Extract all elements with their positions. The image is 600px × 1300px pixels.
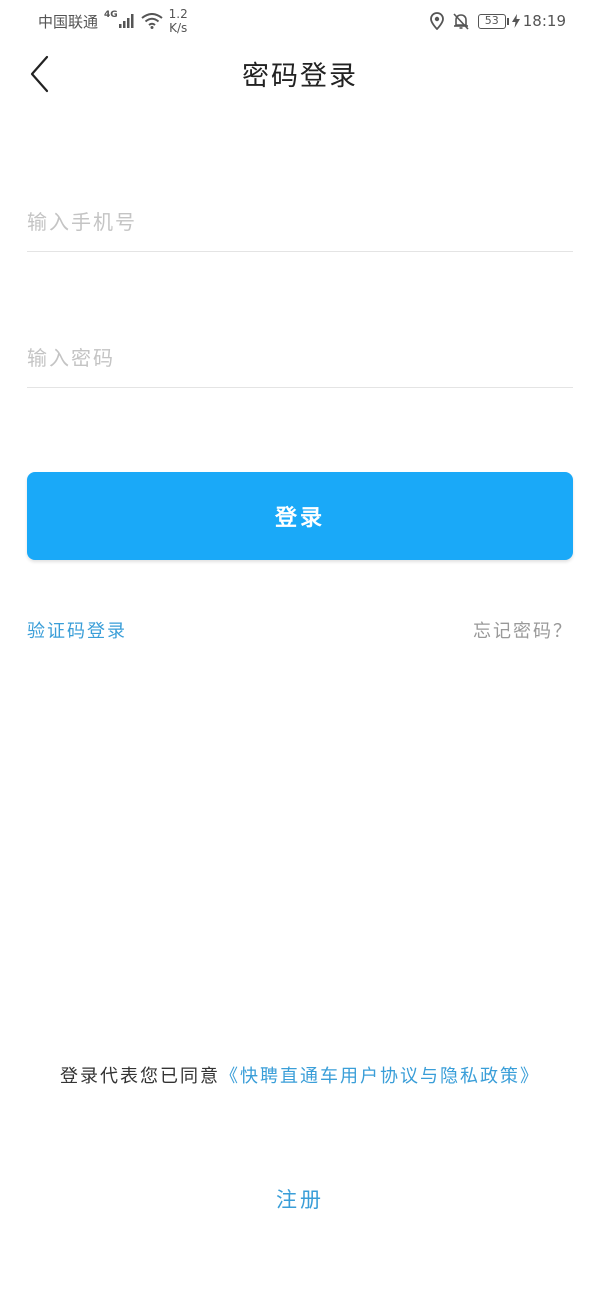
battery-tip (506, 17, 509, 25)
agreement-text: 登录代表您已同意《快聘直通车用户协议与隐私政策》 (0, 1062, 600, 1088)
speed-unit: K/s (169, 21, 188, 35)
charging-icon (511, 14, 520, 28)
status-bar-right: 53 18:19 (422, 12, 566, 30)
status-bar: 中国联通 4G 1.2 K/s 53 18:19 (0, 0, 600, 42)
phone-field (27, 192, 573, 252)
phone-input[interactable] (27, 209, 573, 234)
clock: 18:19 (522, 12, 566, 30)
back-button[interactable] (22, 52, 56, 96)
user-agreement-link[interactable]: 《快聘直通车用户协议与隐私政策》 (220, 1066, 540, 1087)
page-title: 密码登录 (242, 60, 358, 92)
signal-icon (118, 14, 134, 28)
notifications-muted-icon (453, 13, 469, 30)
wifi-icon (141, 13, 163, 29)
login-options-row: 验证码登录 忘记密码？ (27, 615, 573, 645)
location-icon (429, 12, 444, 30)
login-button[interactable]: 登录 (27, 472, 573, 560)
password-field (27, 328, 573, 388)
network-speed: 1.2 K/s (169, 7, 188, 35)
register-link[interactable]: 注册 (0, 1184, 600, 1214)
carrier-name: 中国联通 (38, 12, 99, 31)
login-page: 中国联通 4G 1.2 K/s 53 18:19 密码登录 输入手机号 登录 验… (0, 0, 600, 1300)
nav-bar: 密码登录 (0, 42, 600, 104)
status-bar-left: 中国联通 4G 1.2 K/s (38, 7, 194, 35)
network-type: 4G (104, 10, 118, 20)
sms-code-login-link[interactable]: 验证码登录 (27, 617, 127, 643)
forgot-password-link[interactable]: 忘记密码？ (473, 617, 573, 643)
battery-level: 53 (477, 13, 506, 29)
battery-indicator: 53 (477, 13, 509, 29)
speed-value: 1.2 (168, 7, 188, 21)
chevron-left-icon (30, 55, 49, 93)
agreement-prefix: 登录代表您已同意 (60, 1066, 220, 1087)
password-input[interactable] (27, 345, 573, 370)
